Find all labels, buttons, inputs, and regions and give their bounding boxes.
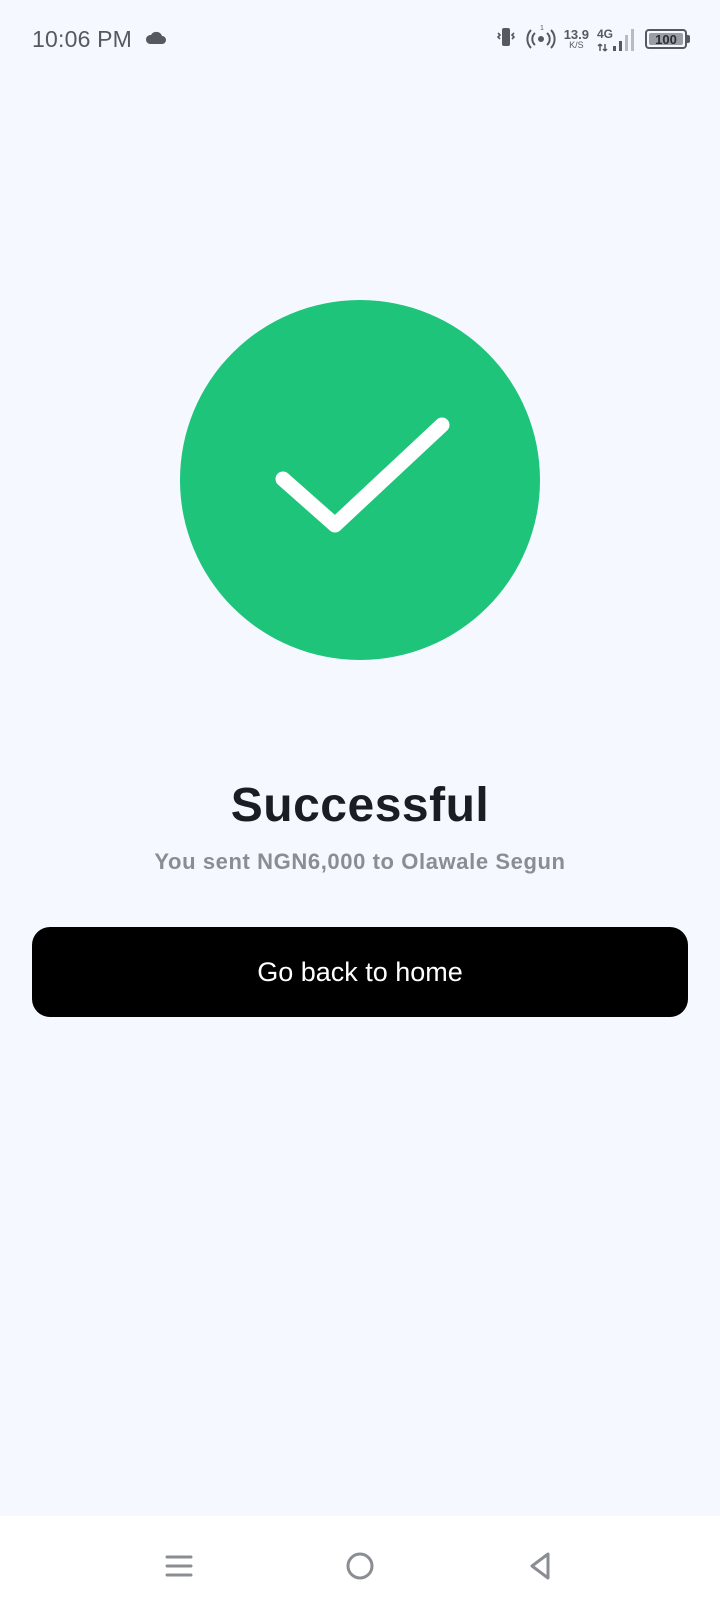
check-icon xyxy=(275,417,450,533)
battery-level: 100 xyxy=(655,31,677,47)
success-title: Successful xyxy=(230,779,490,832)
hotspot-icon: 1 xyxy=(526,25,556,54)
home-circle-icon[interactable] xyxy=(336,1542,384,1590)
go-home-button[interactable]: Go back to home xyxy=(32,927,688,1017)
status-icons: 1 13.9 K/S 4G 100 xyxy=(494,24,690,54)
system-nav-bar xyxy=(0,1516,720,1612)
status-time: 10:06 PM xyxy=(32,26,133,52)
battery-body: 100 xyxy=(645,29,687,49)
cloud-icon xyxy=(145,30,167,51)
battery-icon: 100 xyxy=(645,29,690,49)
success-circle xyxy=(180,300,540,660)
menu-icon[interactable] xyxy=(155,1542,203,1590)
status-bar: 10:06 PM 1 13.9 K/S 4G 100 xyxy=(0,0,720,82)
svg-text:1: 1 xyxy=(540,25,544,32)
signal-icon: 4G xyxy=(597,25,637,53)
network-speed: 13.9 K/S xyxy=(564,28,589,50)
back-triangle-icon[interactable] xyxy=(516,1542,564,1590)
speed-unit: K/S xyxy=(569,40,584,50)
vibrate-icon xyxy=(494,25,518,54)
transfer-message: You sent NGN6,000 to Olawale Segun xyxy=(154,849,566,874)
